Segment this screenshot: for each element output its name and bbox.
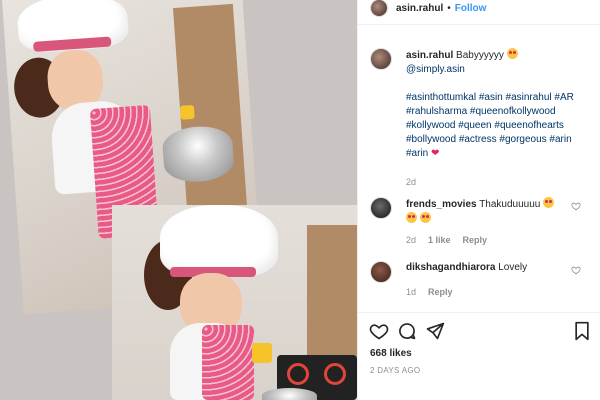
caption: asin.rahul Babyyyyyy @simply.asin #asint…	[370, 48, 595, 189]
comment-icon[interactable]	[396, 320, 418, 342]
header-separator: •	[447, 2, 451, 14]
comment-body: dikshagandhiarora Lovely 1d Reply	[406, 261, 586, 299]
post-date[interactable]: 2 DAYS AGO	[370, 366, 420, 375]
heart-eyes-emoji-icon	[543, 197, 555, 208]
caption-body: asin.rahul Babyyyyyy @simply.asin #asint…	[406, 48, 586, 189]
comment-body: frends_movies Thakuduuuuu 2d 1 like Repl…	[406, 197, 586, 247]
comment-like-icon[interactable]	[571, 201, 581, 214]
stove-burner-2	[324, 363, 346, 385]
post-media[interactable]	[0, 0, 357, 400]
stove-burner-1	[287, 363, 309, 385]
heart-outline-icon[interactable]	[368, 320, 390, 342]
heart-eyes-emoji-icon	[506, 48, 518, 59]
avatar[interactable]	[370, 261, 392, 283]
caption-time[interactable]: 2d	[406, 175, 416, 189]
heart-eyes-emoji-icon	[406, 212, 417, 223]
caption-username[interactable]: asin.rahul	[406, 50, 453, 61]
toy-kitchen-bottom	[307, 225, 357, 375]
comment-text: Lovely	[498, 262, 528, 273]
list-item: frends_movies Thakuduuuuu 2d 1 like Repl…	[370, 197, 595, 247]
reply-button[interactable]: Reply	[428, 285, 453, 299]
comment-like-icon[interactable]	[571, 265, 581, 278]
header-divider	[358, 24, 600, 25]
actions-divider	[358, 312, 600, 313]
avatar[interactable]	[370, 0, 388, 17]
reply-button[interactable]: Reply	[463, 233, 488, 247]
comment-username[interactable]: frends_movies	[406, 199, 477, 210]
post-header: asin.rahul • Follow	[358, 0, 600, 17]
comment-time[interactable]: 2d	[406, 233, 416, 247]
child-apron-bottom	[202, 325, 254, 400]
photo-bottom	[112, 205, 357, 400]
bookmark-icon[interactable]	[571, 320, 593, 342]
comments-list: asin.rahul Babyyyyyy @simply.asin #asint…	[358, 40, 600, 310]
toy-block-top	[179, 104, 195, 120]
heart-eyes-emoji-icon	[419, 212, 431, 223]
comment-text: Thakuduuuuu	[479, 199, 541, 210]
like-count[interactable]: 668 likes	[370, 348, 412, 359]
toy-block-bottom	[252, 343, 272, 363]
caption-text: Babyyyyyy	[456, 50, 504, 61]
caption-mention[interactable]: @simply.asin	[406, 64, 465, 75]
toy-pot-bottom	[262, 388, 317, 400]
avatar[interactable]	[370, 48, 392, 70]
comment-time[interactable]: 1d	[406, 285, 416, 299]
paper-plane-icon[interactable]	[424, 320, 446, 342]
list-item: dikshagandhiarora Lovely 1d Reply	[370, 261, 595, 299]
comment-likes[interactable]: 1 like	[428, 233, 451, 247]
post-sidebar: asin.rahul • Follow asin.rahul Babyyyyyy…	[357, 0, 600, 400]
follow-button[interactable]: Follow	[455, 3, 487, 14]
post-actions	[368, 320, 593, 344]
comment-username[interactable]: dikshagandhiarora	[406, 262, 495, 273]
header-username[interactable]: asin.rahul	[396, 3, 443, 14]
heart-emoji-icon: ❤	[431, 148, 440, 159]
avatar[interactable]	[370, 197, 392, 219]
